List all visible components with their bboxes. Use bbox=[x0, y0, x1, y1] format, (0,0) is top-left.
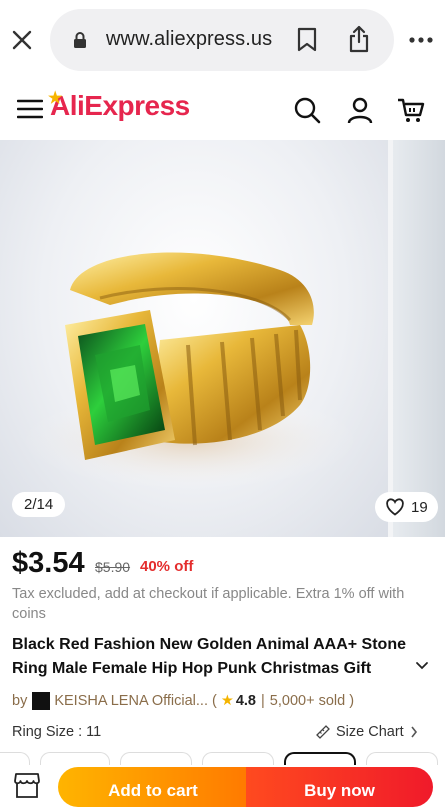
wishlist-button[interactable]: 19 bbox=[375, 492, 438, 522]
store-icon[interactable] bbox=[14, 771, 40, 799]
bookmark-icon[interactable] bbox=[296, 27, 318, 53]
product-gallery[interactable]: 2/14 19 bbox=[0, 140, 445, 537]
address-bar[interactable]: www.aliexpress.us bbox=[50, 9, 394, 71]
ruler-icon bbox=[316, 725, 330, 739]
rating-separator: | bbox=[261, 693, 265, 709]
discount-badge: 40% off bbox=[140, 558, 194, 575]
original-price: $5.90 bbox=[95, 559, 131, 575]
ring-size-row: Ring Size : 11 bbox=[12, 724, 101, 740]
more-options-icon[interactable] bbox=[408, 30, 434, 50]
rating-value: 4.8 bbox=[235, 693, 257, 709]
star-icon: ★ bbox=[220, 693, 234, 709]
size-chart-link[interactable]: Size Chart bbox=[316, 724, 418, 740]
logo-text: AliExpress bbox=[50, 90, 190, 121]
logo-star-icon: ★ bbox=[48, 90, 62, 107]
menu-icon[interactable] bbox=[17, 98, 43, 120]
buy-now-button[interactable]: Buy now bbox=[246, 767, 433, 807]
chevron-right-icon bbox=[411, 726, 417, 738]
search-icon[interactable] bbox=[293, 96, 321, 124]
browser-toolbar: www.aliexpress.us bbox=[0, 0, 445, 80]
bottom-action-bar: Add to cart Buy now bbox=[0, 765, 445, 807]
close-icon[interactable] bbox=[10, 28, 34, 52]
url-text: www.aliexpress.us bbox=[106, 28, 273, 50]
next-image-preview[interactable] bbox=[393, 140, 445, 537]
add-to-cart-button[interactable]: Add to cart bbox=[58, 767, 248, 807]
ring-size-label: Ring Size bbox=[12, 724, 75, 740]
heart-icon bbox=[386, 498, 404, 516]
product-info: $3.54 $5.90 40% off Tax excluded, add at… bbox=[0, 537, 445, 749]
sold-count: 5,000+ sold bbox=[269, 693, 346, 709]
lock-icon bbox=[74, 32, 86, 48]
product-image[interactable] bbox=[0, 140, 388, 537]
product-title: Black Red Fashion New Golden Animal AAA+… bbox=[12, 636, 406, 677]
tax-note: Tax excluded, add at checkout if applica… bbox=[12, 586, 405, 622]
rating-close: ) bbox=[349, 693, 355, 709]
share-icon[interactable] bbox=[348, 25, 370, 53]
current-price: $3.54 bbox=[12, 547, 85, 579]
seller-row[interactable]: by KEISHA LENA Official... ( ★ 4.8 | 5,0… bbox=[12, 692, 354, 710]
seller-name[interactable]: KEISHA LENA Official... bbox=[54, 693, 208, 709]
cart-icon[interactable] bbox=[397, 96, 425, 124]
rating-open: ( bbox=[212, 693, 217, 709]
account-icon[interactable] bbox=[346, 96, 374, 124]
ring-size-value: 11 bbox=[86, 724, 102, 740]
aliexpress-logo[interactable]: ★ AliExpress bbox=[48, 90, 190, 122]
image-counter: 2/14 bbox=[12, 492, 66, 517]
likes-count: 19 bbox=[411, 498, 428, 516]
store-logo-icon bbox=[32, 692, 51, 710]
chevron-down-icon[interactable] bbox=[415, 661, 429, 671]
ring-size-separator: : bbox=[74, 724, 87, 740]
size-chart-label: Size Chart bbox=[336, 724, 404, 740]
site-header: ★ AliExpress bbox=[0, 80, 445, 140]
seller-prefix: by bbox=[12, 693, 28, 709]
ring-product-illustration bbox=[20, 252, 360, 490]
